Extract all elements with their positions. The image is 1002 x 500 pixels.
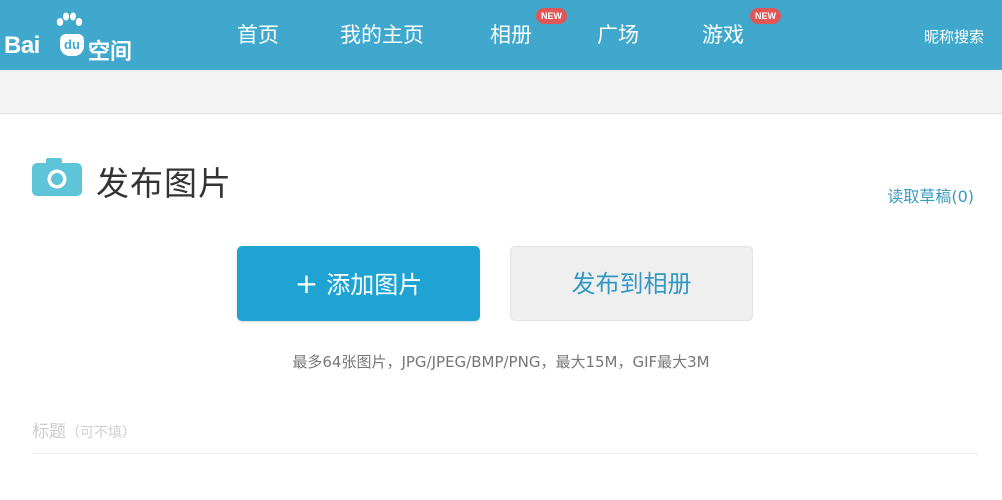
nav-games-new-badge: NEW bbox=[750, 8, 781, 24]
logo-bai-text: Bai bbox=[4, 32, 40, 59]
publish-photo-panel: 发布图片 读取草稿(0) + 添加图片 发布到相册 最多64张图片，JPG/JPE… bbox=[0, 115, 1002, 500]
add-photo-label: 添加图片 bbox=[326, 271, 423, 299]
upload-limit-hint: 最多64张图片，JPG/JPEG/BMP/PNG，最大15M，GIF最大3M bbox=[292, 353, 710, 371]
nav-my-homepage[interactable]: 我的主页 bbox=[340, 18, 424, 52]
logo-du-badge: du bbox=[60, 34, 84, 56]
camera-icon bbox=[32, 158, 82, 196]
nav-home[interactable]: 首页 bbox=[237, 18, 279, 52]
nav-games[interactable]: 游戏 bbox=[702, 18, 744, 52]
publish-to-album-label: 发布到相册 bbox=[571, 270, 692, 298]
publish-to-album-button[interactable]: 发布到相册 bbox=[510, 246, 753, 321]
read-draft-link[interactable]: 读取草稿(0) bbox=[887, 183, 974, 207]
logo-kongjian-text: 空间 bbox=[88, 40, 133, 65]
nav-square-label: 广场 bbox=[597, 23, 639, 47]
baidu-kongjian-logo[interactable]: Bai du 空间 bbox=[2, 10, 142, 65]
nav-home-label: 首页 bbox=[237, 23, 279, 47]
top-nav-bar: Bai du 空间 首页 我的主页 相册 NEW 广场 游戏 NEW 昵称搜索 bbox=[0, 0, 1002, 70]
page-title: 发布图片 bbox=[96, 164, 232, 203]
nav-album-label: 相册 bbox=[490, 23, 532, 47]
title-input[interactable]: 标题（可不填） bbox=[32, 418, 978, 454]
nav-album[interactable]: 相册 bbox=[490, 18, 532, 52]
nickname-search-link[interactable]: 昵称搜索 bbox=[924, 26, 984, 47]
nav-my-homepage-label: 我的主页 bbox=[340, 23, 424, 47]
title-optional-placeholder: （可不填） bbox=[66, 425, 136, 441]
add-photo-button[interactable]: + 添加图片 bbox=[237, 246, 480, 321]
nav-square[interactable]: 广场 bbox=[597, 18, 639, 52]
plus-icon: + bbox=[294, 267, 319, 300]
sub-header-strip bbox=[0, 70, 1002, 114]
nav-album-new-badge: NEW bbox=[536, 8, 567, 24]
nav-games-label: 游戏 bbox=[702, 23, 744, 47]
title-placeholder: 标题 bbox=[32, 422, 66, 442]
